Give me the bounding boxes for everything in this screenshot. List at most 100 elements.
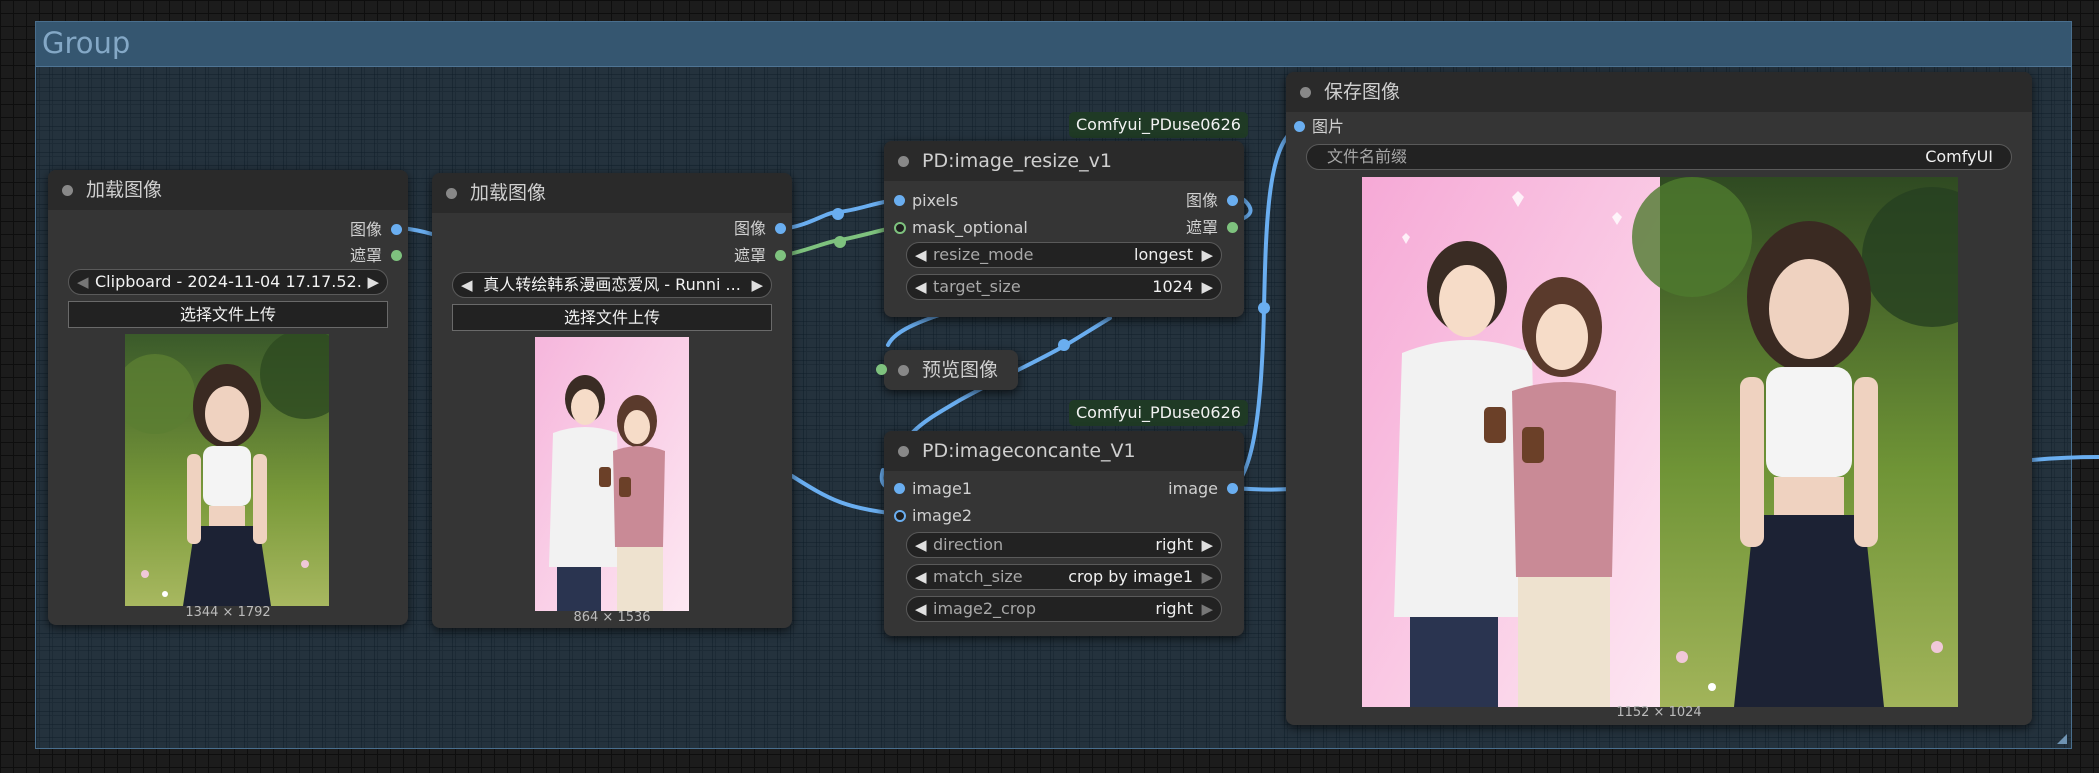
arrow-left-icon[interactable]: ◀ [77,270,89,294]
widget-label: match_size [933,567,1023,586]
output-image[interactable]: 图像 [349,217,402,243]
input-port-dot-icon[interactable] [894,195,905,206]
arrow-right-icon[interactable]: ▶ [1201,565,1213,589]
arrow-right-icon[interactable]: ▶ [1201,275,1213,299]
wire-save-to-right [2030,455,2099,462]
output-port-dot-icon[interactable] [391,224,402,235]
node-image-concat[interactable]: PD:imageconcante_V1 image1 image2 image … [884,431,1244,636]
match-size-combo[interactable]: ◀ match_size crop by image1 ▶ [906,564,1222,590]
input-label: 图片 [1312,117,1345,136]
output-port-dot-icon[interactable] [391,250,402,261]
image-dimensions: 864 × 1536 [573,610,651,625]
arrow-left-icon[interactable]: ◀ [461,273,473,297]
preview-input-port-dot-icon[interactable] [876,364,887,375]
widget-label: target_size [933,277,1021,296]
wire-reroute-dot [832,208,844,220]
output-label: 遮罩 [349,246,382,265]
input-label: image2 [912,506,973,525]
node-save-image[interactable]: 保存图像 图片 文件名前缀 ComfyUI 1152 × 1024 [1286,72,2032,725]
wire-reroute-dot [1258,302,1270,314]
node-preview-image-collapsed[interactable]: 预览图像 [884,350,1019,390]
collapse-dot-icon[interactable] [1300,87,1311,98]
output-mask[interactable]: 遮罩 [349,243,402,269]
output-port-dot-icon[interactable] [1227,195,1238,206]
widget-label: image2_crop [933,599,1036,618]
node-title: 保存图像 [1324,81,1401,103]
input-port-dot-icon[interactable] [1294,121,1305,132]
node-image-resize[interactable]: PD:image_resize_v1 pixels mask_optional … [884,141,1244,317]
collapse-dot-icon[interactable] [62,185,73,196]
output-label: 遮罩 [1185,218,1218,237]
node-title: PD:imageconcante_V1 [922,440,1136,462]
node-title-bar[interactable]: 保存图像 [1286,72,2032,112]
node-title-bar[interactable]: PD:image_resize_v1 [884,141,1244,181]
input-mask-optional[interactable]: mask_optional [894,215,1028,241]
wire-reroute-dot [1058,339,1070,351]
upload-button[interactable]: 选择文件上传 [68,301,388,328]
arrow-right-icon[interactable]: ▶ [1201,533,1213,557]
node-title-bar[interactable]: 加载图像 [48,170,408,210]
arrow-left-icon[interactable]: ◀ [915,597,927,621]
node-title: 加载图像 [86,179,163,201]
direction-combo[interactable]: ◀ direction right ▶ [906,532,1222,558]
upload-button[interactable]: 选择文件上传 [452,304,772,331]
image-file-combo[interactable]: ◀ 真人转绘韩系漫画恋爱风 - Runni ... ▶ [452,272,772,298]
arrow-right-icon[interactable]: ▶ [1201,597,1213,621]
input-port-dot-icon[interactable] [894,483,905,494]
output-port-dot-icon[interactable] [775,250,786,261]
combo-value: Clipboard - 2024-11-04 17.17.52.... [95,272,361,291]
output-port-dot-icon[interactable] [775,223,786,234]
widget-value: right [1155,599,1193,618]
arrow-left-icon[interactable]: ◀ [915,533,927,557]
collapse-dot-icon[interactable] [898,156,909,167]
node-title-bar[interactable]: PD:imageconcante_V1 [884,431,1244,471]
input-port-dot-icon[interactable] [894,222,906,234]
combo-value: 真人转绘韩系漫画恋爱风 - Runni ... [483,275,741,294]
input-pixels[interactable]: pixels [894,188,958,214]
filename-prefix-input[interactable]: 文件名前缀 ComfyUI [1306,144,2012,170]
arrow-right-icon[interactable]: ▶ [1201,243,1213,267]
input-image1[interactable]: image1 [894,476,973,502]
node-source-badge: Comfyui_PDuse0626 [1069,112,1248,138]
widget-value: 1024 [1152,277,1193,296]
widget-value: longest [1134,245,1193,264]
output-image[interactable]: image [1168,476,1238,502]
widget-label: resize_mode [933,245,1034,264]
collapse-dot-icon[interactable] [898,446,909,457]
output-label: 遮罩 [733,246,766,265]
collapse-dot-icon[interactable] [898,365,909,376]
preview-image-photo [125,334,329,606]
arrow-left-icon[interactable]: ◀ [915,565,927,589]
resize-mode-combo[interactable]: ◀ resize_mode longest ▶ [906,242,1222,268]
arrow-left-icon[interactable]: ◀ [915,243,927,267]
node-load-image-2[interactable]: 加载图像 图像 遮罩 ◀ 真人转绘韩系漫画恋爱风 - Runni ... ▶ 选… [432,173,792,628]
preview-image-illustration [535,337,689,611]
output-label: 图像 [349,220,382,239]
output-mask[interactable]: 遮罩 [733,243,786,269]
output-image[interactable]: 图像 [1186,188,1238,214]
arrow-right-icon[interactable]: ▶ [751,273,763,297]
arrow-right-icon[interactable]: ▶ [367,270,379,294]
widget-value: crop by image1 [1068,567,1193,586]
widget-label: 文件名前缀 [1327,147,1408,166]
widget-value: ComfyUI [1925,147,1993,166]
image2-crop-combo[interactable]: ◀ image2_crop right ▶ [906,596,1222,622]
output-label: 图像 [733,219,766,238]
image-dimensions: 1152 × 1024 [1616,705,1702,720]
widget-value: right [1155,535,1193,554]
target-size-number[interactable]: ◀ target_size 1024 ▶ [906,274,1222,300]
output-port-dot-icon[interactable] [1227,483,1238,494]
collapse-dot-icon[interactable] [446,188,457,199]
input-port-dot-icon[interactable] [894,510,906,522]
arrow-left-icon[interactable]: ◀ [915,275,927,299]
node-load-image-1[interactable]: 加载图像 图像 遮罩 ◀ Clipboard - 2024-11-04 17.1… [48,170,408,625]
node-title-bar[interactable]: 加载图像 [432,173,792,213]
output-port-dot-icon[interactable] [1227,222,1238,233]
input-label: image1 [912,479,973,498]
input-images[interactable]: 图片 [1294,114,1345,140]
node-title: 加载图像 [470,182,547,204]
input-image2[interactable]: image2 [894,503,973,529]
image-file-combo[interactable]: ◀ Clipboard - 2024-11-04 17.17.52.... ▶ [68,269,388,295]
output-mask[interactable]: 遮罩 [1185,215,1238,241]
output-image[interactable]: 图像 [733,216,786,242]
